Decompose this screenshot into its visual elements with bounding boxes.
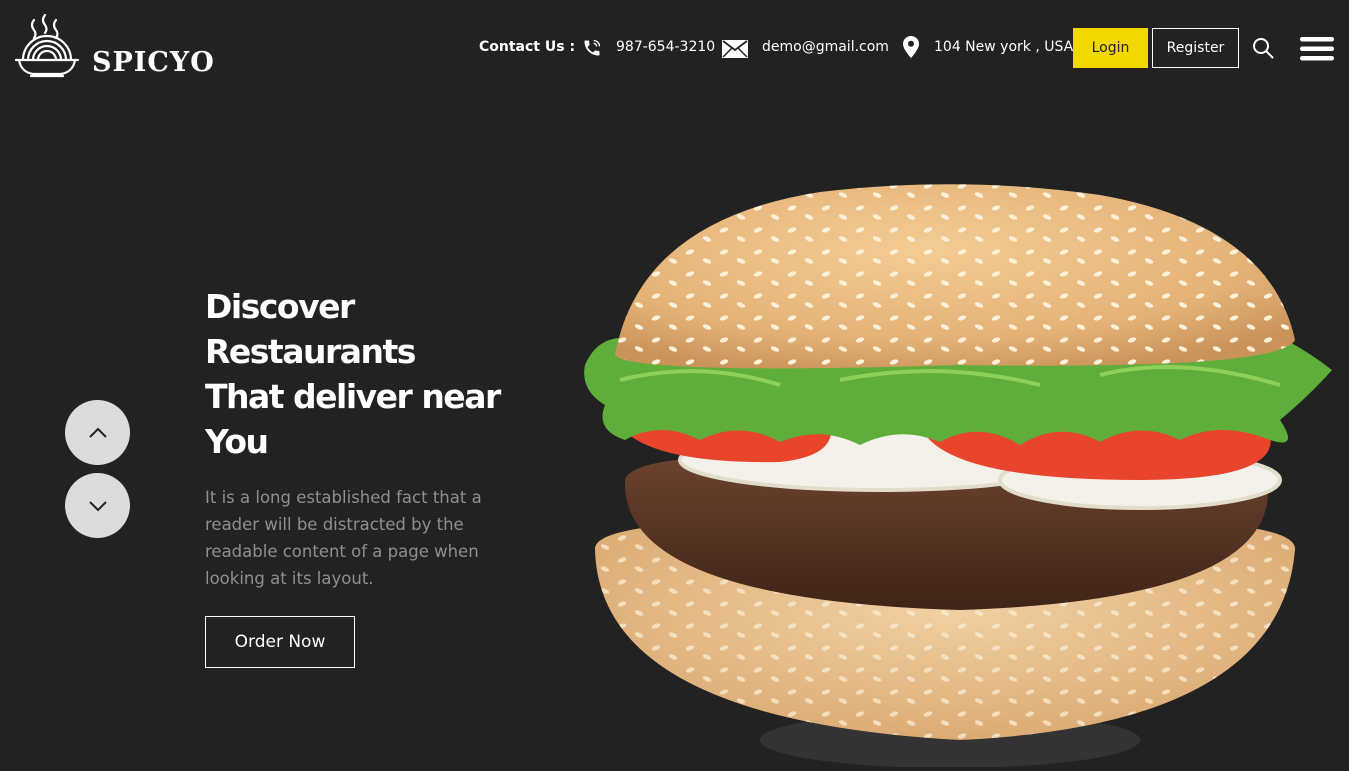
- hero-title-line: Restaurants: [205, 332, 416, 371]
- hero-description: It is a long established fact that a rea…: [205, 484, 525, 592]
- hero-description-line: looking at its layout.: [205, 569, 374, 588]
- brand-logo[interactable]: SPICYO: [14, 14, 215, 80]
- order-now-button[interactable]: Order Now: [205, 616, 355, 668]
- location-pin-icon: [903, 36, 919, 58]
- burger-image: [580, 180, 1340, 768]
- site-header: SPICYO Contact Us : 987-654-3210 demo@gm…: [0, 0, 1349, 110]
- prev-slide-button[interactable]: [65, 400, 130, 465]
- contact-email[interactable]: demo@gmail.com: [762, 39, 889, 55]
- noodle-bowl-icon: [14, 14, 80, 78]
- hero-title-line: Discover: [205, 287, 355, 326]
- contact-address: 104 New york , USA: [934, 39, 1074, 55]
- login-button[interactable]: Login: [1073, 28, 1148, 68]
- next-slide-button[interactable]: [65, 473, 130, 538]
- hero-description-line: It is a long established fact that a: [205, 488, 482, 507]
- hero-title: Discover Restaurants That deliver near Y…: [205, 284, 535, 464]
- register-button[interactable]: Register: [1152, 28, 1239, 68]
- contact-label: Contact Us :: [479, 39, 576, 55]
- brand-name: SPICYO: [92, 47, 215, 78]
- search-icon[interactable]: [1252, 37, 1274, 59]
- contact-phone[interactable]: 987-654-3210: [616, 39, 715, 55]
- hero-description-line: reader will be distracted by the: [205, 515, 464, 534]
- phone-icon: [584, 39, 601, 56]
- hero-title-line: That deliver near: [205, 377, 501, 416]
- chevron-down-icon: [88, 500, 107, 511]
- chevron-up-icon: [88, 427, 107, 438]
- hero-description-line: readable content of a page when: [205, 542, 479, 561]
- hero-title-line: You: [205, 422, 269, 461]
- hamburger-menu-icon[interactable]: [1299, 36, 1335, 62]
- envelope-icon: [722, 40, 748, 58]
